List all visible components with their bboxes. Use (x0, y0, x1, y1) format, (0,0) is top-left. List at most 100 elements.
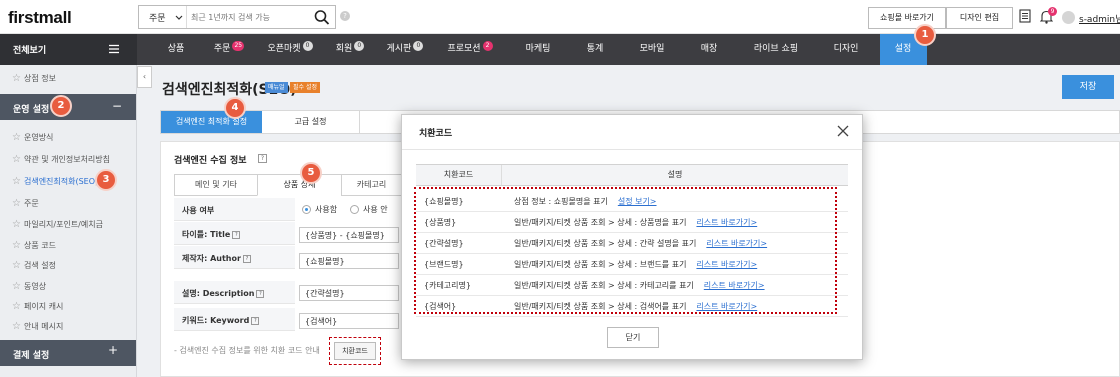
subtab-main-etc[interactable]: 메인 및 기타 (174, 174, 258, 196)
title-input[interactable]: {상품명} - {쇼핑몰명} (299, 227, 399, 243)
star-icon: ☆ (12, 176, 21, 187)
step-marker-5: 5 (300, 162, 322, 184)
sidebar-item-label: 안내 메시지 (23, 322, 64, 331)
nav-item-label: 상품 (167, 44, 185, 54)
tab-advanced-settings[interactable]: 고급 설정 (262, 111, 360, 133)
nav-item[interactable]: 상품 (146, 34, 206, 65)
use-off-radio[interactable] (350, 205, 359, 214)
logo[interactable]: firstmall (8, 8, 72, 28)
sidebar-item[interactable]: ☆ 검색 설정 (12, 260, 56, 271)
nav-item[interactable]: 라이브 쇼핑 (746, 34, 806, 65)
use-on-radio[interactable] (302, 205, 311, 214)
sidebar-collapse-button[interactable]: ‹ (137, 66, 152, 88)
nav-item-label: 설정 (894, 44, 912, 54)
nav-item[interactable]: 모바일 (622, 34, 682, 65)
search-input[interactable] (191, 10, 309, 24)
help-icon[interactable]: ? (258, 154, 267, 163)
nav-item[interactable]: 통계 (565, 34, 625, 65)
description-label-text: 설명: Description (182, 289, 255, 298)
hamburger-icon[interactable] (109, 44, 119, 54)
nav-count-badge: 0 (413, 41, 424, 51)
title-label-text: 타이틀: Title (182, 230, 231, 239)
nav-item[interactable]: 게시판 0 (375, 34, 435, 65)
expand-plus-icon[interactable]: + (108, 343, 118, 357)
sidebar-item[interactable]: ☆ 약관 및 개인정보처리방침 (12, 154, 110, 165)
notification-badge: 9 (1048, 7, 1057, 16)
star-icon: ☆ (12, 132, 21, 143)
sidebar-item[interactable]: ☆ 운영방식 (12, 132, 53, 143)
replace-code-button[interactable]: 치환코드 (334, 342, 376, 360)
close-button[interactable]: 닫기 (607, 327, 659, 348)
keyword-input[interactable]: {검색어} (299, 313, 399, 329)
tab-seo-settings[interactable]: 검색엔진 최적화 설정 (161, 111, 262, 133)
subtab-product-detail[interactable]: 상품 상세 (257, 174, 342, 196)
star-icon: ☆ (12, 73, 21, 84)
divider (402, 149, 862, 150)
keyword-label: 키워드: Keyword? (174, 308, 295, 331)
sidebar-item-label: 마일리지/포인트/예치금 (23, 220, 103, 229)
sidebar-item[interactable]: ☆ 마일리지/포인트/예치금 (12, 219, 103, 230)
sidebar-item[interactable]: ☆ 페이지 캐시 (12, 301, 63, 312)
nav-item-label: 라이브 쇼핑 (753, 44, 799, 54)
nav-item[interactable]: 회원 0 (320, 34, 380, 65)
nav-item[interactable]: 디자인 (816, 34, 876, 65)
description-label: 설명: Description? (174, 281, 295, 304)
star-icon: ☆ (12, 260, 21, 271)
nav-count-badge: 2 (482, 41, 493, 51)
nav-item-label: 매장 (700, 44, 718, 54)
avatar[interactable] (1062, 11, 1075, 24)
description-input[interactable]: {간략설명} (299, 285, 399, 301)
collapse-minus-icon[interactable]: − (112, 99, 122, 113)
help-icon[interactable]: ? (340, 11, 350, 21)
footer-note: - 검색엔진 수집 정보를 위한 치환 코드 안내 (174, 346, 320, 355)
author-label: 제작자: Author? (174, 246, 295, 269)
step-marker-2: 2 (50, 95, 72, 117)
star-icon: ☆ (12, 321, 21, 332)
star-icon: ☆ (12, 219, 21, 230)
table-header-desc: 설명 (667, 170, 683, 179)
use-label: 사용 여부 (174, 198, 295, 221)
user-name-link[interactable]: s-admin님 (1079, 12, 1120, 25)
subtab-category[interactable]: 카테고리 (341, 174, 401, 196)
replace-code-table: 치환코드 설명 {쇼핑몰명} 상점 정보 : 쇼핑몰명을 표기 설정 보기> {상품명… (416, 164, 848, 317)
save-button[interactable]: 저장 (1062, 75, 1114, 99)
required-badge: 필수 설정 (290, 82, 320, 93)
nav-item[interactable]: 프로모션 2 (440, 34, 500, 65)
sidebar-item[interactable]: ☆ 안내 메시지 (12, 321, 63, 332)
nav-item[interactable]: 마케팅 (508, 34, 568, 65)
nav-count-badge: 0 (354, 41, 365, 51)
sidebar-item-label: 동영상 (23, 282, 47, 291)
nav-item[interactable]: 주문 25 (199, 34, 259, 65)
close-icon[interactable] (836, 124, 850, 138)
shop-link-button[interactable]: 쇼핑몰 바로가기 (868, 7, 946, 29)
help-icon[interactable]: ? (251, 317, 260, 325)
star-icon: ☆ (12, 198, 21, 209)
sidebar-item[interactable]: ☆ 주문 (12, 198, 39, 209)
document-icon[interactable] (1019, 9, 1031, 23)
nav-item-label: 오픈마켓 (267, 44, 301, 54)
sidebar-section-label: 운영 설정 (13, 105, 50, 115)
help-icon[interactable]: ? (232, 231, 241, 239)
sidebar-item[interactable]: ☆ 검색엔진최적화(SEO) (12, 176, 98, 187)
nav-item-label: 모바일 (639, 44, 665, 54)
nav-item[interactable]: 매장 (679, 34, 739, 65)
search-scope-label: 주문 (149, 14, 166, 24)
table-header-code: 치환코드 (416, 165, 502, 185)
step-marker-1: 1 (914, 24, 936, 46)
star-icon: ☆ (12, 154, 21, 165)
manual-badge[interactable]: 매뉴얼 (265, 82, 288, 93)
nav-count-badge: 25 (232, 41, 245, 51)
nav-item[interactable]: 오픈마켓 0 (260, 34, 320, 65)
help-icon[interactable]: ? (256, 290, 265, 298)
sidebar-item[interactable]: ☆ 동영상 (12, 281, 46, 292)
sidebar-item-shop-info[interactable]: ☆ 상점 정보 (12, 73, 56, 84)
search-icon[interactable] (313, 9, 331, 25)
nav-item-label: 통계 (586, 44, 604, 54)
step-marker-4: 4 (224, 97, 246, 119)
design-edit-button[interactable]: 디자인 편집 (946, 7, 1013, 29)
sidebar-item[interactable]: ☆ 상품 코드 (12, 240, 56, 251)
help-icon[interactable]: ? (242, 255, 251, 263)
author-input[interactable]: {쇼핑몰명} (299, 253, 399, 269)
main-nav: 전체보기 상품 주문 25 오픈마켓 0 회원 0 게시판 0 프로모션 2 마케팅 통계 모바일 매장 라이… (0, 34, 1120, 65)
use-on-label: 사용함 (315, 205, 338, 214)
